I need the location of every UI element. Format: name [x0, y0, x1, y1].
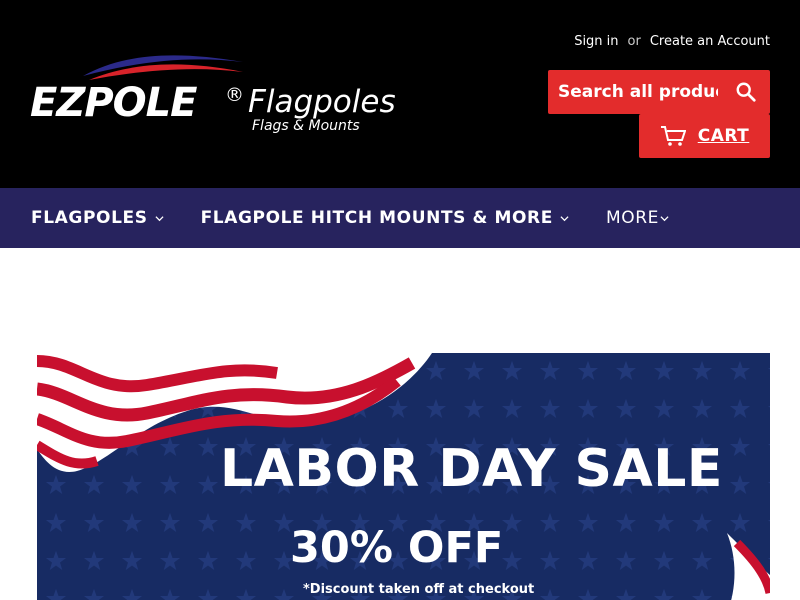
chevron-down-icon [660, 215, 669, 221]
banner-offer: 30% OFF [290, 523, 504, 573]
search-input[interactable] [548, 70, 718, 114]
chevron-down-icon [155, 215, 164, 221]
account-links: Sign in or Create an Account [574, 34, 770, 49]
site-logo[interactable]: EZPOLE ® Flagpoles Flags & Mounts [28, 46, 408, 146]
flag-swoosh-icon [83, 55, 243, 80]
labor-day-sale-banner[interactable]: LABOR DAY SALE 30% OFF *Discount taken o… [37, 353, 770, 600]
nav-item-flagpoles[interactable]: FLAGPOLES [31, 188, 164, 248]
banner-note: *Discount taken off at checkout [303, 582, 535, 597]
search-button[interactable] [728, 76, 764, 108]
logo-tagline: Flags & Mounts [252, 118, 360, 134]
create-account-link[interactable]: Create an Account [650, 34, 770, 49]
nav-item-label: FLAGPOLES [31, 208, 148, 228]
nav-item-hitch-mounts[interactable]: FLAGPOLE HITCH MOUNTS & MORE [201, 188, 569, 248]
nav-item-more[interactable]: MORE [606, 188, 669, 248]
banner-title: LABOR DAY SALE [220, 439, 723, 499]
registered-mark: ® [225, 84, 244, 106]
nav-item-label: FLAGPOLE HITCH MOUNTS & MORE [200, 208, 553, 228]
search-form [548, 70, 770, 114]
cart-button[interactable]: CART [639, 114, 770, 158]
sign-in-link[interactable]: Sign in [574, 34, 618, 49]
logo-product: Flagpoles [248, 84, 396, 120]
logo-brand: EZPOLE [30, 80, 197, 126]
site-header: Sign in or Create an Account EZPOLE ® Fl… [0, 0, 800, 188]
search-icon [736, 82, 756, 102]
main-navigation: FLAGPOLES FLAGPOLE HITCH MOUNTS & MORE M… [0, 188, 800, 248]
chevron-down-icon [560, 215, 569, 221]
cart-label: CART [697, 126, 750, 146]
nav-item-label: MORE [605, 208, 659, 228]
cart-icon [660, 126, 686, 146]
or-separator: or [627, 34, 641, 49]
